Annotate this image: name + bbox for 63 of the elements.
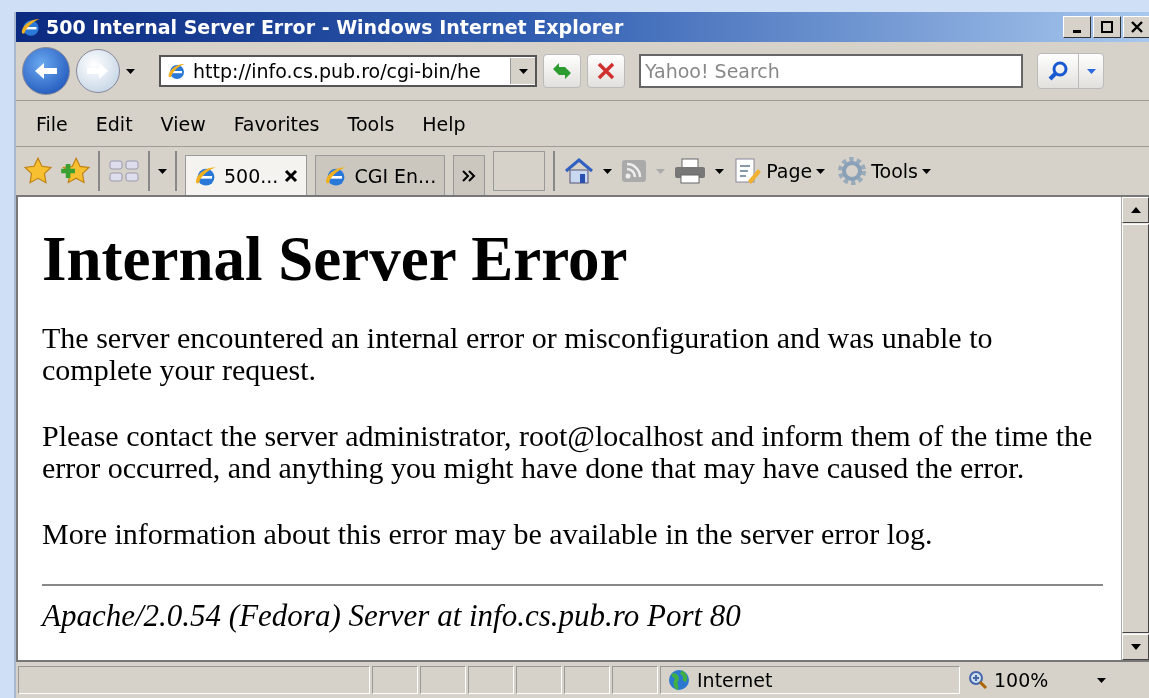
- home-icon[interactable]: [563, 157, 596, 185]
- address-field[interactable]: http://info.cs.pub.ro/cgi-bin/he: [159, 55, 537, 87]
- zoom-control[interactable]: 100%: [962, 666, 1112, 694]
- menu-item[interactable]: Favorites: [219, 108, 334, 139]
- minimize-icon: [1073, 29, 1081, 33]
- forward-button[interactable]: [76, 49, 120, 93]
- tools-menu-button[interactable]: Tools: [835, 154, 933, 188]
- server-signature: Apache/2.0.54 (Fedora) Server at info.cs.pub.ro Port 80: [42, 600, 742, 632]
- gear-icon: [837, 156, 868, 186]
- caret-icon[interactable]: [603, 168, 613, 174]
- double-chevron-icon: [462, 169, 477, 182]
- scroll-down-icon[interactable]: [1130, 644, 1141, 650]
- caret-icon[interactable]: [158, 168, 167, 174]
- menu-item[interactable]: Help: [408, 108, 480, 139]
- status-panel: [564, 666, 610, 694]
- menu-item[interactable]: Edit: [81, 108, 147, 139]
- window-title: 500 Internal Server Error - Windows Internet Explorer: [46, 16, 625, 38]
- error-paragraph: The server encountered an internal error or misconfiguration and was unable to complete your request.: [42, 322, 994, 386]
- caret-icon[interactable]: [922, 168, 931, 174]
- refresh-button[interactable]: [543, 54, 581, 88]
- close-icon: [1131, 21, 1143, 33]
- caret-icon[interactable]: [126, 68, 135, 74]
- caret-icon[interactable]: [715, 168, 725, 174]
- star-icon[interactable]: [24, 157, 52, 185]
- error-paragraph: More information about this error may be available in the server error log.: [42, 518, 934, 550]
- back-button[interactable]: [22, 47, 70, 95]
- more-tabs-button[interactable]: [453, 155, 486, 195]
- security-zone: Internet: [660, 666, 960, 694]
- caret-icon[interactable]: [816, 168, 826, 174]
- status-panel: [516, 666, 562, 694]
- menu-item[interactable]: File: [22, 108, 82, 139]
- scroll-up-icon[interactable]: [1130, 207, 1141, 213]
- printer-icon[interactable]: [673, 157, 708, 185]
- document-pencil-icon: [734, 157, 763, 185]
- maximize-icon: [1101, 21, 1113, 33]
- caret-icon[interactable]: [1097, 677, 1106, 683]
- browser-tab[interactable]: CGI En...: [315, 155, 446, 195]
- page-icon: [167, 61, 187, 81]
- stop-button[interactable]: [587, 54, 625, 88]
- minimize-button[interactable]: [1063, 16, 1091, 38]
- status-panel: [372, 666, 418, 694]
- close-button[interactable]: [1123, 16, 1149, 38]
- status-panel: [612, 666, 658, 694]
- caret-icon[interactable]: [518, 68, 528, 74]
- menu-item[interactable]: View: [146, 108, 220, 139]
- search-field[interactable]: Yahoo! Search: [639, 54, 1023, 88]
- close-icon[interactable]: [284, 168, 299, 183]
- arrow-right-icon: [86, 62, 110, 80]
- ie-logo-icon: [20, 16, 42, 38]
- page-menu-button[interactable]: Page: [732, 155, 828, 187]
- error-paragraph: Please contact the server administrator, root@localhost and inform them of the time the error occurred, and anything you might have done that may have caused the error.: [42, 420, 1094, 484]
- scrollbar[interactable]: [1121, 197, 1149, 660]
- status-panel: [420, 666, 466, 694]
- empty-tab-slot: [493, 151, 546, 191]
- status-panel: [468, 666, 514, 694]
- error-heading: Internal Server Error: [42, 223, 629, 296]
- zoom-icon: [968, 670, 988, 690]
- menu-item[interactable]: Tools: [333, 108, 409, 139]
- browser-tab[interactable]: 500...: [185, 155, 308, 195]
- maximize-button[interactable]: [1093, 16, 1121, 38]
- stop-icon: [597, 62, 615, 80]
- globe-icon: [667, 668, 691, 692]
- arrow-left-icon: [33, 61, 59, 81]
